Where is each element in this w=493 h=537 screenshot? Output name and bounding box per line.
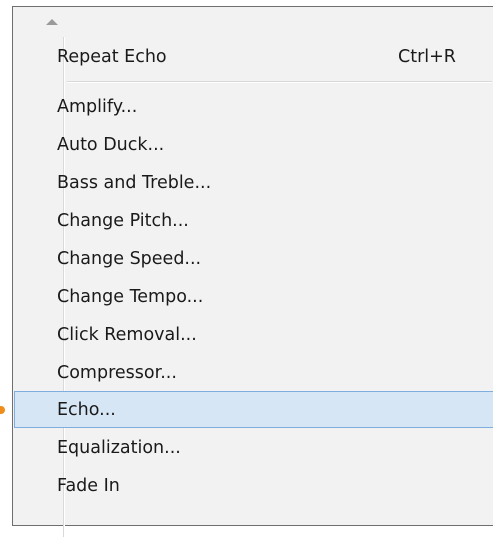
menu-item-label: Change Tempo...: [57, 287, 204, 307]
menu-item-label: Change Speed...: [57, 249, 202, 269]
menu-item-label: Amplify...: [57, 97, 138, 117]
menu-item-repeat-echo[interactable]: Repeat Echo Ctrl+R: [57, 41, 487, 73]
menu-item-change-tempo[interactable]: Change Tempo...: [57, 281, 203, 313]
menu-item-amplify[interactable]: Amplify...: [57, 91, 137, 123]
menu-item-label: Compressor...: [57, 363, 177, 383]
menu-item-equalization[interactable]: Equalization...: [57, 432, 181, 464]
menu-item-bass-and-treble[interactable]: Bass and Treble...: [57, 167, 211, 199]
menu-item-click-removal[interactable]: Click Removal...: [57, 319, 197, 351]
menu-item-label: Equalization...: [57, 438, 181, 458]
menu-item-change-pitch[interactable]: Change Pitch...: [57, 205, 189, 237]
menu-separator: [67, 81, 492, 83]
menu-item-fade-in[interactable]: Fade In: [57, 470, 120, 502]
menu-item-shortcut: Ctrl+R: [398, 47, 456, 67]
pointer-marker-dot: [0, 406, 5, 414]
menu-item-label: Echo...: [57, 400, 116, 420]
menu-item-label: Bass and Treble...: [57, 173, 212, 193]
menu-item-compressor[interactable]: Compressor...: [57, 357, 177, 389]
menu-item-label: Auto Duck...: [57, 135, 165, 155]
menu-item-auto-duck[interactable]: Auto Duck...: [57, 129, 164, 161]
menu-item-label: Repeat Echo: [57, 47, 167, 67]
menu-item-label: Change Pitch...: [57, 211, 189, 231]
menu-item-change-speed[interactable]: Change Speed...: [57, 243, 201, 275]
menu-item-label: Click Removal...: [57, 325, 197, 345]
menu-item-label: Fade In: [57, 476, 120, 496]
menu-item-echo[interactable]: Echo...: [57, 394, 116, 426]
scroll-up-arrow-icon[interactable]: [46, 19, 58, 25]
